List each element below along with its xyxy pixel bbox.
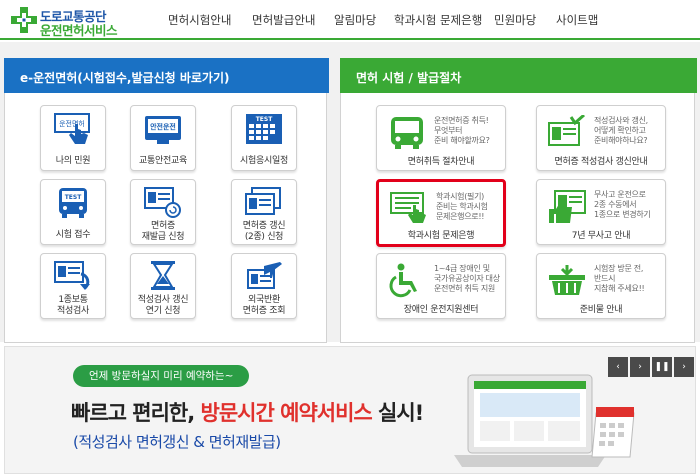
panel-title: 면허 시험 / 발급절차 xyxy=(340,58,697,93)
header: 도로교통공단 운전면허서비스 면허시험안내 면허발급안내 알림마당 학과시험 문… xyxy=(0,0,700,40)
icon-card-text: 운전면허 xyxy=(59,119,85,128)
tile-label: 학과시험 문제은행 xyxy=(407,231,475,241)
bus-icon: TEST xyxy=(59,188,87,218)
nav-license-exam[interactable]: 면허시험안내 xyxy=(168,12,231,28)
tile-label: 장애인 운전지원센터 xyxy=(403,305,479,315)
nav-question-bank[interactable]: 학과시험 문제은행 xyxy=(394,12,482,28)
tile-license-reissue[interactable]: 면허증 재발급 신청 xyxy=(130,179,196,245)
bus-green-icon xyxy=(391,117,423,149)
exam-process-panel: 면허 시험 / 발급절차 운전면허증 취득! 무엇부터 준비 해야할까요? 면허… xyxy=(340,58,697,343)
license-card-hand-icon: 운전면허 xyxy=(54,113,90,144)
tile-description: 학과시험(필기) 준비는 학과시험 문제은행으로!! xyxy=(436,192,488,221)
tile-label: 시험 접수 xyxy=(55,230,91,240)
banner-pause-button[interactable]: ❚❚ xyxy=(652,357,672,377)
tile-foreign-license[interactable]: 외국반환 면허증 조회 xyxy=(231,253,297,319)
tile-label-line1: 적성검사 갱신 xyxy=(137,295,189,305)
tile-disabled-support[interactable]: 1~4급 장애인 및 국가유공상이자 대상 운전면허 취득 지원 장애인 운전지… xyxy=(376,253,506,319)
tile-aptitude-renewal-guide[interactable]: 적성검사와 갱신, 어떻게 확인하고 준비해야하나요? 면허증 적성검사 갱신안… xyxy=(536,105,666,171)
tile-label-line1: 면허증 xyxy=(151,221,175,231)
reservation-banner[interactable]: 언제 방문하실지 미리 예약하는~ 빠르고 편리한, 방문시간 예약서비스 실시… xyxy=(4,346,696,474)
tile-description: 시험장 방문 전, 반드시 지참해 주세요!! xyxy=(594,264,645,293)
nav-license-issue[interactable]: 면허발급안내 xyxy=(252,12,315,28)
page: 도로교통공단 운전면허서비스 면허시험안내 면허발급안내 알림마당 학과시험 문… xyxy=(0,0,700,476)
tile-label: 나의 민원 xyxy=(55,156,91,166)
headline-part2: 실시! xyxy=(371,401,424,425)
tile-safety-education[interactable]: 안전운전 교통안전교육 xyxy=(130,105,196,171)
airplane-icon xyxy=(247,262,282,289)
banner-subtitle: (적성검사 면허갱신 & 면허재발급) xyxy=(73,433,281,451)
license-check-icon xyxy=(548,115,585,146)
calendar-icon: TEST xyxy=(246,114,282,144)
tile-aptitude-postpone[interactable]: 적성검사 갱신 연기 신청 xyxy=(130,253,196,319)
banner-play-button[interactable]: › xyxy=(674,357,694,377)
tile-label: 면허증 적성검사 갱신안내 xyxy=(554,157,648,167)
e-license-panel: e-운전면허(시험접수,발급신청 바로가기) 운전면허 나의 민원 안전운전 교… xyxy=(4,58,329,343)
nav-sitemap[interactable]: 사이트맵 xyxy=(556,12,598,28)
license-renewal-icon xyxy=(245,187,281,215)
tile-label-line2: (2종) 신청 xyxy=(244,232,284,242)
tile-label-line2: 연기 신청 xyxy=(145,306,181,316)
banner-tagline: 언제 방문하실지 미리 예약하는~ xyxy=(73,365,250,387)
tile-license-procedure[interactable]: 운전면허증 취득! 무엇부터 준비 해야할까요? 면허취득 절차안내 xyxy=(376,105,506,171)
tile-label: 준비물 안내 xyxy=(579,305,623,315)
tile-class1-aptitude[interactable]: 1종보통 적성검사 xyxy=(40,253,106,319)
tile-label-line1: 외국반환 xyxy=(248,295,280,305)
tile-label-line2: 면허증 조회 xyxy=(242,306,286,316)
laptop-illustration xyxy=(454,374,606,467)
headline-part1: 빠르고 편리한, xyxy=(71,401,201,425)
banner-next-button[interactable]: › xyxy=(630,357,650,377)
tile-license-renewal[interactable]: 면허증 갱신 (2종) 신청 xyxy=(231,179,297,245)
id-card-refresh-icon xyxy=(54,261,90,290)
tile-label-line1: 1종보통 xyxy=(58,295,88,305)
tile-exam-schedule[interactable]: TEST 시험응시일정 xyxy=(231,105,297,171)
license-reissue-icon xyxy=(144,187,181,218)
headline-highlight: 방문시간 예약서비스 xyxy=(200,401,373,425)
panel-title: e-운전면허(시험접수,발급신청 바로가기) xyxy=(4,58,329,93)
tile-exam-registration[interactable]: TEST 시험 접수 xyxy=(40,179,106,245)
tile-label-line2: 재발급 신청 xyxy=(141,232,185,242)
icon-bus-text: TEST xyxy=(65,194,83,201)
tile-my-requests[interactable]: 운전면허 나의 민원 xyxy=(40,105,106,171)
tile-label: 면허취득 절차안내 xyxy=(407,157,475,167)
nav-notice[interactable]: 알림마당 xyxy=(334,12,376,28)
license-thumbsup-icon xyxy=(549,190,586,223)
tile-label: 교통안전교육 xyxy=(139,156,187,166)
tile-description: 1~4급 장애인 및 국가유공상이자 대상 운전면허 취득 지원 xyxy=(434,264,500,293)
tile-label-line1: 면허증 갱신 xyxy=(242,221,286,231)
tile-label-line2: 적성검사 xyxy=(57,306,89,316)
shopping-basket-icon xyxy=(549,265,585,295)
icon-calendar-text: TEST xyxy=(256,116,274,123)
banner-headline: 빠르고 편리한, 방문시간 예약서비스 실시! xyxy=(71,397,424,427)
cross-logo-icon xyxy=(11,7,37,33)
wheelchair-icon xyxy=(389,263,417,298)
tile-label: 7년 무사고 안내 xyxy=(571,231,631,241)
monitor-icon: 안전운전 xyxy=(145,116,181,144)
site-logo[interactable]: 도로교통공단 운전면허서비스 xyxy=(10,5,120,38)
hourglass-icon xyxy=(151,261,175,290)
tile-description: 적성검사와 갱신, 어떻게 확인하고 준비해야하나요? xyxy=(594,116,648,145)
banner-prev-button[interactable]: ‹ xyxy=(608,357,628,377)
tile-description: 운전면허증 취득! 무엇부터 준비 해야할까요? xyxy=(434,116,490,145)
tile-description: 무사고 운전으로 2종 수동에서 1종으로 변경하기 xyxy=(594,190,651,219)
calendar-illustration-icon xyxy=(591,407,635,458)
tile-question-bank[interactable]: 학과시험(필기) 준비는 학과시험 문제은행으로!! 학과시험 문제은행 xyxy=(376,179,506,247)
logo-subtitle: 운전면허서비스 xyxy=(40,23,118,38)
tile-7year-safe-driving[interactable]: 무사고 운전으로 2종 수동에서 1종으로 변경하기 7년 무사고 안내 xyxy=(536,179,666,245)
tile-required-items[interactable]: 시험장 방문 전, 반드시 지참해 주세요!! 준비물 안내 xyxy=(536,253,666,319)
exam-paper-icon xyxy=(390,192,426,223)
nav-civil-service[interactable]: 민원마당 xyxy=(494,12,536,28)
tile-label: 시험응시일정 xyxy=(240,156,288,166)
icon-monitor-text: 안전운전 xyxy=(150,122,176,131)
